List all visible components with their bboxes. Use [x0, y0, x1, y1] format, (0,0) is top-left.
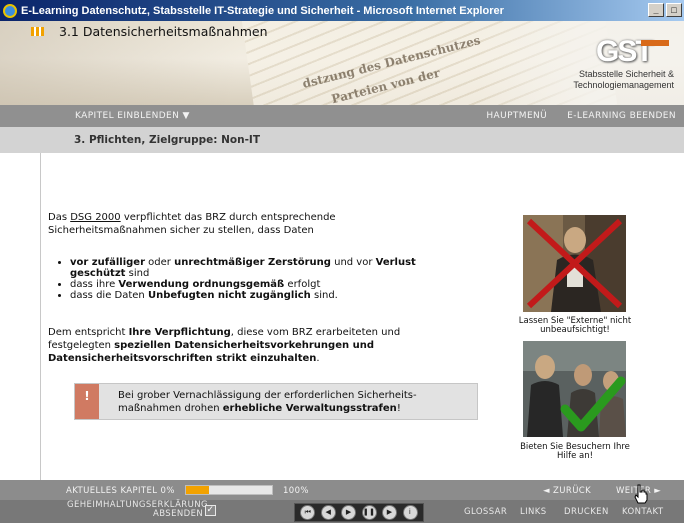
- footer-links-row: GEHEIMHALTUNGSERKLÄRUNG ABSENDEN ✓ ⏮ ◀ ▶…: [0, 500, 684, 523]
- hand-cursor-icon: [634, 484, 648, 504]
- list-item: vor zufälliger oder unrechtmäßiger Zerst…: [56, 257, 416, 279]
- media-player-controls: ⏮ ◀ ▶ ❚❚ ▶ i: [294, 503, 424, 522]
- bullet-2-text-a: dass ihre: [70, 279, 119, 290]
- kontakt-link[interactable]: KONTAKT: [622, 507, 663, 517]
- para2-l3a: Datensicherheitsvorschriften strikt einz…: [48, 353, 317, 364]
- privacy-label-2: ABSENDEN: [153, 509, 204, 519]
- hauptmenu-link[interactable]: HAUPTMENÜ: [486, 111, 547, 121]
- minimize-icon[interactable]: _: [648, 3, 664, 17]
- drucken-link[interactable]: DRUCKEN: [564, 507, 609, 517]
- department-slogan: Stabsstelle Sicherheit & Technologiemana…: [573, 69, 674, 91]
- dsg-link[interactable]: DSG 2000: [70, 212, 120, 223]
- warning-line-2c: !: [396, 403, 401, 414]
- bullet-3-bold-b: Unbefugten nicht zugänglich: [147, 290, 311, 301]
- links-link[interactable]: LINKS: [520, 507, 547, 517]
- obligation-paragraph: Dem entspricht Ihre Verpflichtung, diese…: [48, 326, 400, 365]
- bullet-1-bold-a: vor zufälliger: [70, 257, 145, 268]
- top-navbar: KAPITEL EINBLENDEN ▼ HAUPTMENÜ E-LEARNIN…: [0, 105, 684, 127]
- kapitel-toggle[interactable]: KAPITEL EINBLENDEN ▼: [75, 111, 190, 121]
- list-item: dass ihre Verwendung ordnungsgemäß erfol…: [56, 279, 416, 290]
- bullet-1-text-d: und vor: [330, 257, 376, 268]
- pause-icon[interactable]: ❚❚: [361, 505, 377, 520]
- bullet-3-text-c: sind.: [310, 290, 338, 301]
- glossar-link[interactable]: GLOSSAR: [464, 507, 507, 517]
- rewind-icon[interactable]: ◀: [320, 505, 336, 520]
- section-title: 3.1 Datensicherheitsmaßnahmen: [59, 24, 268, 39]
- warning-line-2b: erhebliche Verwaltungsstrafen: [222, 403, 397, 414]
- progress-end-label: 100%: [283, 486, 309, 496]
- skip-back-icon[interactable]: ⏮: [300, 505, 316, 520]
- checkbox-icon[interactable]: ✓: [205, 505, 216, 516]
- caption-2-line-2: Hilfe an!: [556, 451, 594, 461]
- slogan-line-2: Technologiemanagement: [573, 80, 674, 90]
- bullet-1-bold-f: geschützt: [70, 268, 126, 279]
- list-item: dass die Daten Unbefugten nicht zugängli…: [56, 290, 416, 301]
- window-titlebar: E-Learning Datenschutz, Stabsstelle IT-S…: [0, 0, 684, 21]
- para2-l3b: .: [316, 353, 320, 364]
- warning-line-2a: maßnahmen drohen: [118, 403, 223, 414]
- progress-fill: [186, 486, 210, 494]
- beenden-link[interactable]: E-LEARNING BEENDEN: [567, 111, 676, 121]
- bullet-1-text-b: oder: [145, 257, 175, 268]
- visitor-help-photo: [523, 341, 626, 437]
- intro-pre: Das: [48, 212, 71, 223]
- obligations-list: vor zufälliger oder unrechtmäßiger Zerst…: [56, 257, 416, 301]
- play-icon[interactable]: ▶: [341, 505, 357, 520]
- back-button[interactable]: ◄ ZURÜCK: [543, 486, 591, 496]
- chapter-header: 3. Pflichten, Zielgruppe: Non-IT: [0, 127, 684, 153]
- para2-l1a: Dem entspricht: [48, 327, 129, 338]
- window-controls: _ □: [648, 3, 682, 17]
- warning-box: ! Bei grober Vernachlässigung der erford…: [74, 383, 478, 420]
- checked-photo-svg: [523, 341, 626, 437]
- bullet-3-text-a: dass die Daten: [70, 290, 148, 301]
- warning-line-1: Bei grober Vernachlässigung der erforder…: [118, 390, 417, 401]
- intro-post: verpflichtet das BRZ durch entsprechende: [120, 212, 336, 223]
- chapter-progress-bar: [185, 485, 273, 495]
- para2-l1b: Ihre Verpflichtung: [128, 327, 231, 338]
- bullet-1-bold-e: Verlust: [375, 257, 416, 268]
- caption-1-line-2: unbeaufsichtigt!: [540, 325, 610, 335]
- maximize-icon[interactable]: □: [666, 3, 682, 17]
- chapter-title: 3. Pflichten, Zielgruppe: Non-IT: [74, 134, 261, 146]
- intro-line-2: Sicherheitsmaßnahmen sicher zu stellen, …: [48, 225, 314, 236]
- para2-l2b: speziellen Datensicherheitsvorkehrungen …: [114, 340, 374, 351]
- info-icon[interactable]: i: [402, 505, 418, 520]
- caption-visitors: Bieten Sie Besuchern Ihre Hilfe an!: [508, 443, 642, 461]
- progress-row: AKTUELLES KAPITEL 0% 100% ◄ ZURÜCK WEITE…: [0, 480, 684, 500]
- exclamation-icon: !: [75, 384, 99, 419]
- para2-l2a: festgelegten: [48, 340, 115, 351]
- caption-external: Lassen Sie "Externe" nicht unbeaufsichti…: [508, 317, 642, 335]
- intro-paragraph: Das DSG 2000 verpflichtet das BRZ durch …: [48, 211, 336, 237]
- privacy-submit[interactable]: GEHEIMHALTUNGSERKLÄRUNG ABSENDEN: [67, 501, 208, 519]
- logo-accent: [641, 40, 669, 46]
- bullet-2-text-c: erfolgt: [284, 279, 321, 290]
- bullet-1-bold-c: unrechtmäßiger Zerstörung: [174, 257, 331, 268]
- chapter-progress-label: AKTUELLES KAPITEL 0%: [66, 486, 175, 496]
- bullet-1-text-g: sind: [125, 268, 150, 279]
- forward-icon[interactable]: ▶: [382, 505, 398, 520]
- slogan-line-1: Stabsstelle Sicherheit &: [578, 69, 674, 79]
- grid-icon: [31, 27, 44, 36]
- bullet-2-bold-b: Verwendung ordnungsgemäß: [118, 279, 285, 290]
- ie-app-icon: [3, 3, 17, 18]
- window-title: E-Learning Datenschutz, Stabsstelle IT-S…: [21, 4, 504, 17]
- warning-text: Bei grober Vernachlässigung der erforder…: [118, 389, 417, 415]
- section-heading: 3.1 Datensicherheitsmaßnahmen: [31, 24, 268, 39]
- footer-bar: AKTUELLES KAPITEL 0% 100% ◄ ZURÜCK WEITE…: [0, 480, 684, 523]
- external-visitor-photo: [523, 215, 626, 312]
- crossed-photo-svg: [523, 215, 626, 312]
- privacy-label-2-row: ABSENDEN: [67, 510, 208, 519]
- para2-l1c: , diese vom BRZ erarbeiteten und: [230, 327, 401, 338]
